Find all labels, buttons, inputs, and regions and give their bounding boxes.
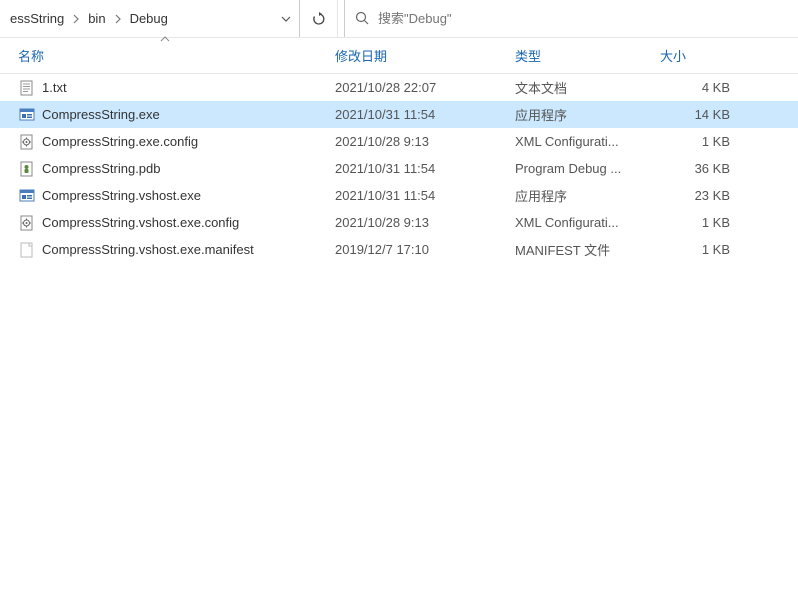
file-date: 2021/10/31 11:54 bbox=[335, 161, 515, 176]
file-icon bbox=[18, 133, 36, 151]
file-size: 1 KB bbox=[660, 215, 760, 230]
file-size: 4 KB bbox=[660, 80, 760, 95]
file-icon bbox=[18, 214, 36, 232]
file-icon bbox=[18, 241, 36, 259]
file-icon bbox=[18, 160, 36, 178]
chevron-right-icon[interactable] bbox=[112, 0, 124, 37]
column-header-type[interactable]: 类型 bbox=[515, 38, 660, 73]
file-type: 文本文档 bbox=[515, 78, 660, 97]
file-type: XML Configurati... bbox=[515, 215, 660, 230]
file-row[interactable]: CompressString.vshost.exe.config 2021/10/… bbox=[0, 209, 798, 236]
address-toolbar: essString bin Debug bbox=[0, 0, 798, 38]
file-date: 2021/10/31 11:54 bbox=[335, 188, 515, 203]
sort-indicator-icon bbox=[160, 36, 170, 42]
refresh-button[interactable] bbox=[300, 0, 338, 37]
file-icon bbox=[18, 79, 36, 97]
breadcrumb-dropdown[interactable] bbox=[273, 0, 299, 37]
file-name: CompressString.exe.config bbox=[42, 134, 198, 149]
file-name: 1.txt bbox=[42, 80, 67, 95]
file-row[interactable]: CompressString.pdb 2021/10/31 11:54Progra… bbox=[0, 155, 798, 182]
chevron-right-icon[interactable] bbox=[70, 0, 82, 37]
column-header-name[interactable]: 名称 bbox=[0, 38, 335, 73]
file-row[interactable]: CompressString.exe 2021/10/31 11:54应用程序14… bbox=[0, 101, 798, 128]
file-row[interactable]: CompressString.vshost.exe.manifest 2019/1… bbox=[0, 236, 798, 263]
column-headers: 名称 修改日期 类型 大小 bbox=[0, 38, 798, 74]
file-name: CompressString.exe bbox=[42, 107, 160, 122]
file-size: 14 KB bbox=[660, 107, 760, 122]
column-header-size[interactable]: 大小 bbox=[660, 38, 760, 73]
file-row[interactable]: CompressString.vshost.exe 2021/10/31 11:5… bbox=[0, 182, 798, 209]
file-row[interactable]: 1.txt 2021/10/28 22:07文本文档4 KB bbox=[0, 74, 798, 101]
file-date: 2019/12/7 17:10 bbox=[335, 242, 515, 257]
search-box[interactable] bbox=[344, 0, 798, 37]
file-type: XML Configurati... bbox=[515, 134, 660, 149]
search-icon bbox=[355, 11, 370, 26]
file-type: 应用程序 bbox=[515, 186, 660, 205]
file-name: CompressString.vshost.exe.manifest bbox=[42, 242, 254, 257]
search-input[interactable] bbox=[378, 11, 788, 26]
file-size: 1 KB bbox=[660, 242, 760, 257]
file-date: 2021/10/28 9:13 bbox=[335, 134, 515, 149]
file-size: 23 KB bbox=[660, 188, 760, 203]
file-list: 1.txt 2021/10/28 22:07文本文档4 KB CompressStr… bbox=[0, 74, 798, 263]
column-header-date[interactable]: 修改日期 bbox=[335, 38, 515, 73]
file-type: Program Debug ... bbox=[515, 161, 660, 176]
file-size: 36 KB bbox=[660, 161, 760, 176]
file-icon bbox=[18, 187, 36, 205]
file-name: CompressString.vshost.exe.config bbox=[42, 215, 239, 230]
file-size: 1 KB bbox=[660, 134, 760, 149]
file-type: MANIFEST 文件 bbox=[515, 240, 660, 259]
breadcrumb-item[interactable]: Debug bbox=[124, 0, 174, 37]
breadcrumb-item[interactable]: essString bbox=[4, 0, 70, 37]
file-date: 2021/10/28 9:13 bbox=[335, 215, 515, 230]
file-name: CompressString.vshost.exe bbox=[42, 188, 201, 203]
file-date: 2021/10/31 11:54 bbox=[335, 107, 515, 122]
breadcrumb-item[interactable]: bin bbox=[82, 0, 111, 37]
file-type: 应用程序 bbox=[515, 105, 660, 124]
breadcrumb: essString bin Debug bbox=[0, 0, 300, 37]
file-name: CompressString.pdb bbox=[42, 161, 161, 176]
file-icon bbox=[18, 106, 36, 124]
file-row[interactable]: CompressString.exe.config 2021/10/28 9:13… bbox=[0, 128, 798, 155]
file-date: 2021/10/28 22:07 bbox=[335, 80, 515, 95]
